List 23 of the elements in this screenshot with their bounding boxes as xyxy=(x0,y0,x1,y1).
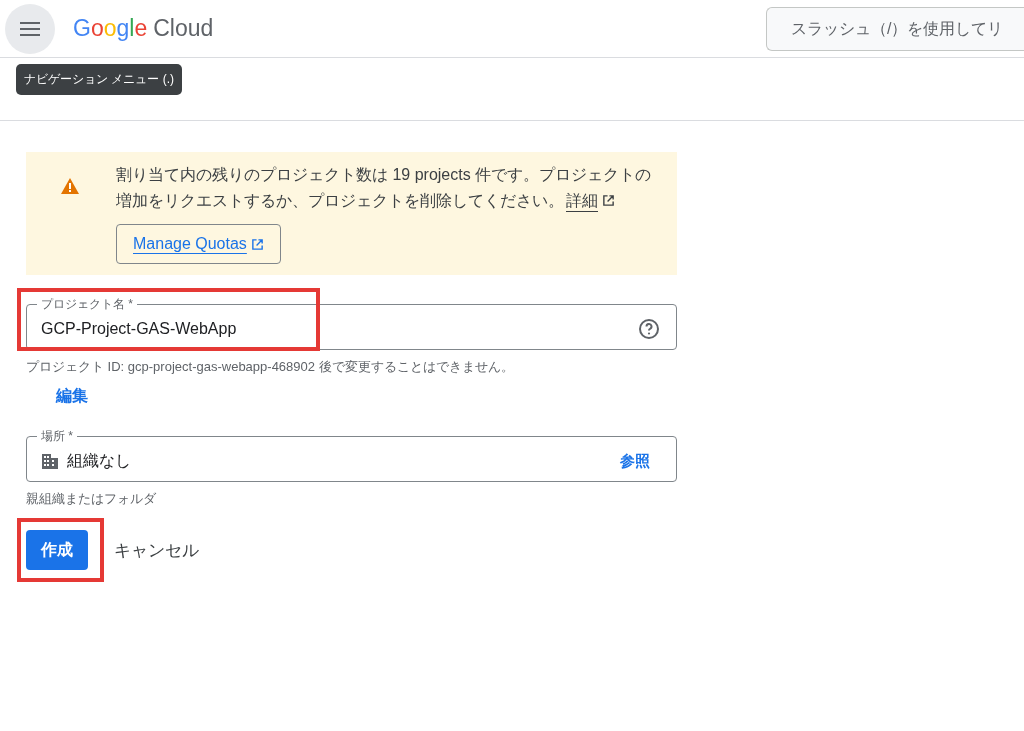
warning-message: 割り当て内の残りのプロジェクト数は 19 projects 件です。プロジェクトの増加をリクエストするか、プロジェクトを削除してください。詳細 xyxy=(116,165,653,211)
create-button[interactable]: 作成 xyxy=(26,530,88,570)
warning-icon xyxy=(60,177,80,195)
browse-link[interactable]: 参照 xyxy=(620,451,650,471)
menu-button[interactable] xyxy=(5,3,55,54)
project-name-field[interactable]: プロジェクト名 * GCP-Project-GAS-WebApp xyxy=(26,297,677,350)
helper-text: 親組織またはフォルダ xyxy=(26,490,157,508)
helper-text: プロジェクト ID: gcp-project-gas-webapp-468902 後で変更することはできません。 xyxy=(26,358,515,376)
external-link-icon xyxy=(250,237,264,251)
menu-icon xyxy=(19,20,41,37)
logo[interactable]: Google Cloud xyxy=(73,15,214,42)
search-field[interactable]: スラッシュ（/）を使用してリ xyxy=(766,6,1024,51)
external-link-icon xyxy=(602,194,615,207)
field-label: 場所 * xyxy=(40,429,74,443)
cancel-button[interactable]: キャンセル xyxy=(104,530,209,570)
location-field[interactable]: 場所 * 組織なし 参照 xyxy=(26,429,677,482)
field-label: プロジェクト名 * xyxy=(40,297,134,311)
edit-link[interactable]: 編集 xyxy=(56,386,88,407)
building-icon xyxy=(41,452,59,470)
manage-quotas-button[interactable]: Manage Quotas xyxy=(116,224,281,264)
tooltip: ナビゲーション メニュー (.) xyxy=(16,64,182,95)
details-link[interactable]: 詳細 xyxy=(566,192,598,209)
help-icon[interactable] xyxy=(638,318,660,340)
